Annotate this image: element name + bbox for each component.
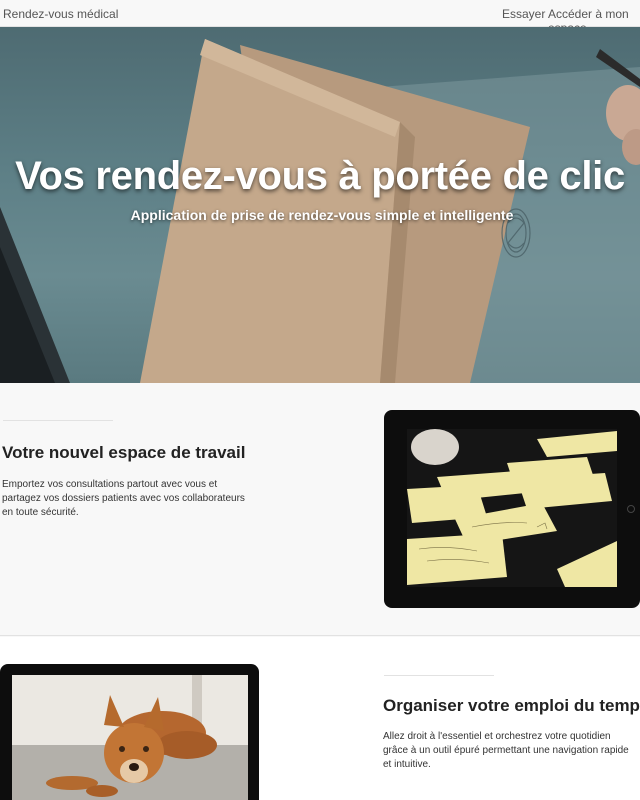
tablet-device [0, 664, 259, 800]
feature-title: Votre nouvel espace de travail [2, 443, 246, 462]
tablet-device [384, 410, 640, 608]
nav-link-essayer[interactable]: Essayer [502, 7, 545, 21]
dog-photo [12, 675, 248, 800]
sticky-notes-photo [407, 429, 617, 587]
brand-link[interactable]: Rendez-vous médical [3, 7, 118, 21]
feature-title: Organiser votre emploi du temps [383, 696, 640, 715]
feature-section-workspace: Votre nouvel espace de travail Emportez … [0, 383, 640, 636]
section-divider [3, 420, 113, 421]
hero-banner: Vos rendez-vous à portée de clic Applica… [0, 27, 640, 383]
navbar: Rendez-vous médical Essayer Accéder à mo… [0, 0, 640, 35]
hero-background-image [0, 39, 640, 383]
section-divider [384, 675, 494, 676]
hero-title: Vos rendez-vous à portée de clic [15, 154, 625, 198]
feature-text: Emportez vos consultations partout avec … [2, 479, 245, 518]
feature-section-schedule: Organiser votre emploi du temps Allez dr… [0, 637, 640, 800]
feature-text: Allez droit à l'essentiel et orchestrez … [383, 731, 629, 770]
hero-subtitle: Application de prise de rendez-vous simp… [130, 207, 514, 223]
home-button-icon [627, 505, 635, 513]
